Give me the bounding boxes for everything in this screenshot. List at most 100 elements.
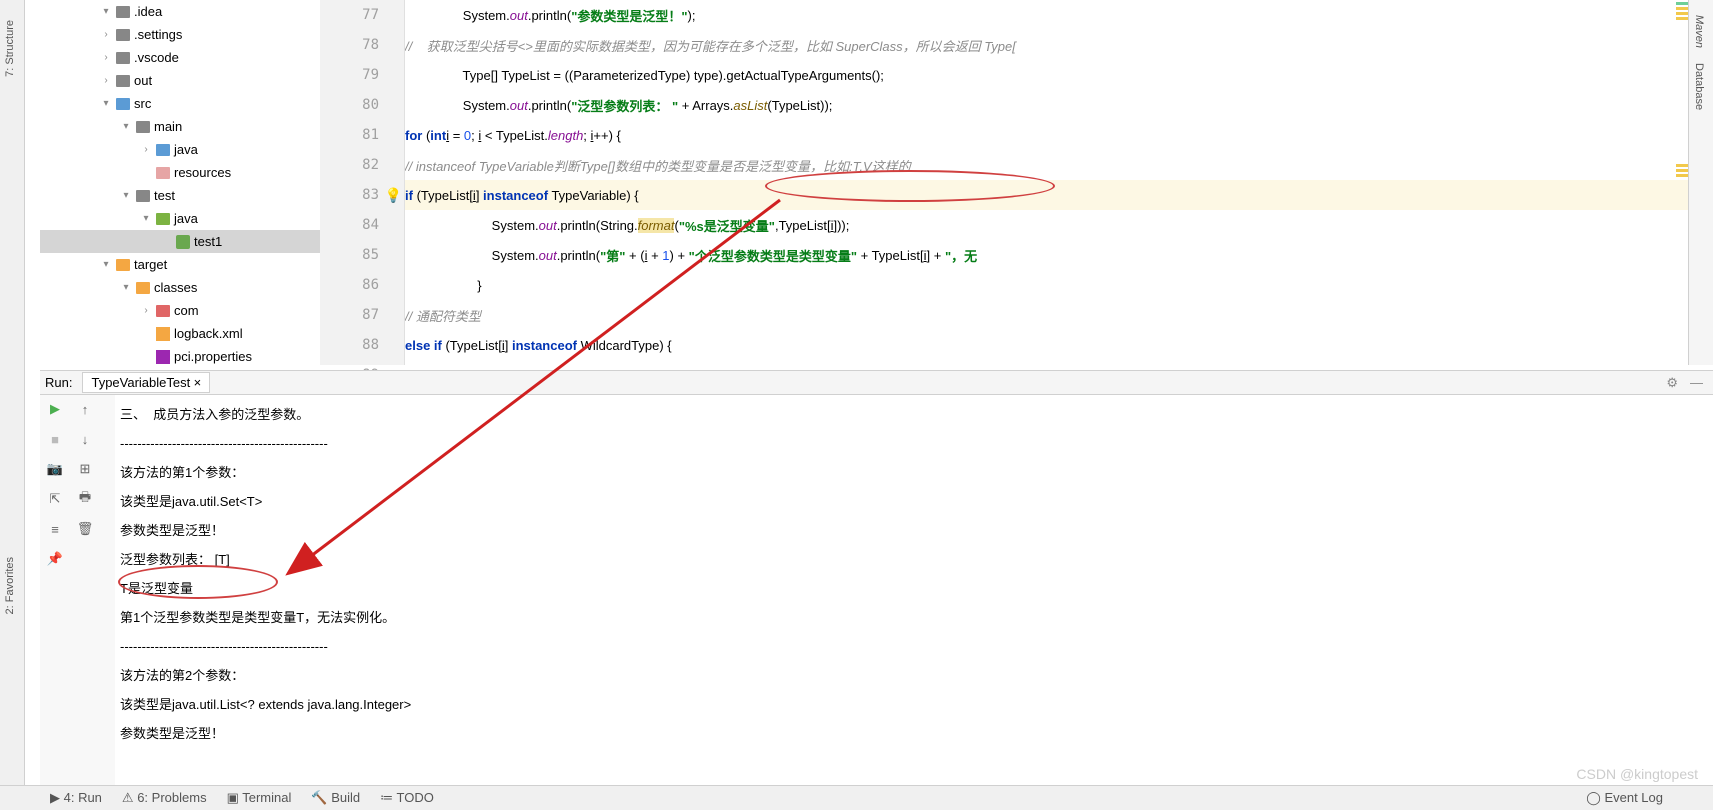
chevron-icon[interactable]: › — [140, 305, 152, 316]
chevron-icon[interactable]: › — [100, 29, 112, 40]
chevron-icon[interactable]: › — [140, 144, 152, 155]
line-number[interactable]: 86 — [320, 270, 404, 300]
tree-item[interactable]: logback.xml — [40, 322, 320, 345]
code-line[interactable]: System.out.println(String.format("%s是泛型变… — [405, 210, 1688, 240]
code-line[interactable]: // 获取泛型尖括号<>里面的实际数据类型，因为可能存在多个泛型，比如 Supe… — [405, 30, 1688, 60]
line-number[interactable]: 83💡 — [320, 180, 404, 210]
folder-icon — [116, 98, 130, 110]
tree-item[interactable]: › .vscode — [40, 46, 320, 69]
layout-icon[interactable]: ⊞ — [70, 455, 100, 483]
chevron-icon[interactable]: ▾ — [100, 6, 112, 17]
tree-label: main — [154, 119, 182, 134]
tree-item[interactable]: test1 — [40, 230, 320, 253]
line-number[interactable]: 85 — [320, 240, 404, 270]
chevron-icon[interactable]: › — [100, 75, 112, 86]
code-line[interactable]: else if (TypeList[i] instanceof Wildcard… — [405, 330, 1688, 360]
pin-icon[interactable]: 📌 — [40, 545, 70, 573]
rerun-icon[interactable]: ▶ — [40, 395, 70, 423]
code-line[interactable]: // 通配符类型 — [405, 300, 1688, 330]
chevron-icon[interactable]: ▾ — [120, 190, 132, 201]
line-number[interactable]: 81 — [320, 120, 404, 150]
code-line[interactable]: System.out.println("参数类型是泛型！"); — [405, 0, 1688, 30]
class-icon — [176, 235, 190, 249]
tree-item[interactable]: ›com — [40, 299, 320, 322]
run-tool-button[interactable]: ▶ 4: Run — [50, 790, 102, 806]
build-button[interactable]: 🔨 Build — [311, 790, 360, 806]
stop-icon[interactable]: ■ — [40, 425, 70, 453]
tree-label: pci.properties — [174, 349, 252, 364]
up-icon[interactable]: ↑ — [70, 395, 100, 423]
console-output[interactable]: 三、 成员方法入参的泛型参数。-------------------------… — [120, 400, 1698, 785]
maven-tab[interactable]: Maven — [1693, 15, 1705, 48]
line-number[interactable]: 77 — [320, 0, 404, 30]
watermark: CSDN @kingtopest — [1576, 766, 1698, 782]
folder-icon — [116, 75, 130, 87]
tree-item[interactable]: ▾ test — [40, 184, 320, 207]
tree-item[interactable]: ▾ main — [40, 115, 320, 138]
code-line[interactable]: } — [405, 270, 1688, 300]
favorites-tab[interactable]: 2: Favorites — [4, 557, 16, 614]
code-line[interactable]: for (int i = 0; i < TypeList.length; i++… — [405, 120, 1688, 150]
filter-icon[interactable]: ≡ — [40, 515, 70, 543]
console-line: 第1个泛型参数类型是类型变量T，无法实例化。 — [120, 603, 1698, 632]
code-line[interactable]: // instanceof TypeVariable判断Type[]数组中的类型… — [405, 150, 1688, 180]
tree-label: .vscode — [134, 50, 179, 65]
structure-tab[interactable]: 7: Structure — [4, 20, 16, 77]
code-line[interactable]: Type[] TypeList = ((ParameterizedType) t… — [405, 60, 1688, 90]
line-number[interactable]: 87 — [320, 300, 404, 330]
terminal-button[interactable]: ▣ Terminal — [227, 790, 292, 806]
tree-item[interactable]: ▾target — [40, 253, 320, 276]
tree-item[interactable]: ▾classes — [40, 276, 320, 299]
line-number[interactable]: 80 — [320, 90, 404, 120]
chevron-icon[interactable]: ▾ — [140, 213, 152, 224]
code-editor[interactable]: System.out.println("参数类型是泛型！"); // 获取泛型尖… — [405, 0, 1688, 365]
tree-item[interactable]: ▾java — [40, 207, 320, 230]
line-number[interactable]: 79 — [320, 60, 404, 90]
folder-icon — [136, 121, 150, 133]
run-tab[interactable]: TypeVariableTest × — [82, 372, 210, 393]
run-panel-header: Run: TypeVariableTest × ⚙ — — [40, 370, 1713, 395]
properties-icon — [156, 350, 170, 364]
chevron-icon[interactable]: ▾ — [120, 282, 132, 293]
tree-item[interactable]: ›java — [40, 138, 320, 161]
down-icon[interactable]: ↓ — [70, 425, 100, 453]
folder-icon — [156, 167, 170, 179]
code-line[interactable]: System.out.println("泛型参数列表： " + Arrays.a… — [405, 90, 1688, 120]
minimize-icon[interactable]: — — [1690, 375, 1703, 390]
line-number[interactable]: 82 — [320, 150, 404, 180]
tree-item[interactable]: resources — [40, 161, 320, 184]
line-number[interactable]: 84 — [320, 210, 404, 240]
export-icon[interactable]: ⇱ — [40, 485, 70, 513]
console-line: 该方法的第1个参数： — [120, 458, 1698, 487]
tree-item[interactable]: ›out — [40, 69, 320, 92]
tree-item[interactable]: ›.settings — [40, 23, 320, 46]
tree-label: logback.xml — [174, 326, 243, 341]
database-tab[interactable]: Database — [1693, 63, 1705, 110]
delete-icon[interactable]: 🗑 — [70, 515, 100, 543]
chevron-icon[interactable]: › — [100, 52, 112, 63]
chevron-icon[interactable]: ▾ — [120, 121, 132, 132]
tree-item[interactable]: ▾src — [40, 92, 320, 115]
line-number[interactable]: 78 — [320, 30, 404, 60]
tree-label: test — [154, 188, 175, 203]
line-number[interactable]: 88 — [320, 330, 404, 360]
close-icon[interactable]: × — [194, 375, 202, 390]
code-line[interactable]: System.out.println("第" + (i + 1) + "个泛型参… — [405, 240, 1688, 270]
tree-item[interactable]: pci.properties — [40, 345, 320, 365]
camera-icon[interactable]: 📷 — [40, 455, 70, 483]
problems-button[interactable]: ⚠ 6: Problems — [122, 790, 207, 806]
project-tree[interactable]: ▾.idea›.settings›.vscode›out▾src▾main›ja… — [40, 0, 320, 365]
print-icon[interactable]: 🖶 — [70, 485, 100, 513]
console-line: T是泛型变量 — [120, 574, 1698, 603]
event-log-button[interactable]: ◯ Event Log — [1586, 790, 1663, 806]
error-stripe[interactable] — [1676, 0, 1688, 365]
chevron-icon[interactable]: ▾ — [100, 98, 112, 109]
gear-icon[interactable]: ⚙ — [1666, 375, 1678, 391]
bulb-icon[interactable]: 💡 — [385, 187, 402, 204]
code-line[interactable]: if (TypeList[i] instanceof TypeVariable)… — [405, 180, 1688, 210]
todo-button[interactable]: ≔ TODO — [380, 790, 434, 806]
chevron-icon[interactable]: ▾ — [100, 259, 112, 270]
code-line[interactable]: System.out.println("第" + (i + 1) + "个泛型参… — [405, 360, 1688, 365]
tree-item[interactable]: ▾.idea — [40, 0, 320, 23]
folder-icon — [136, 190, 150, 202]
